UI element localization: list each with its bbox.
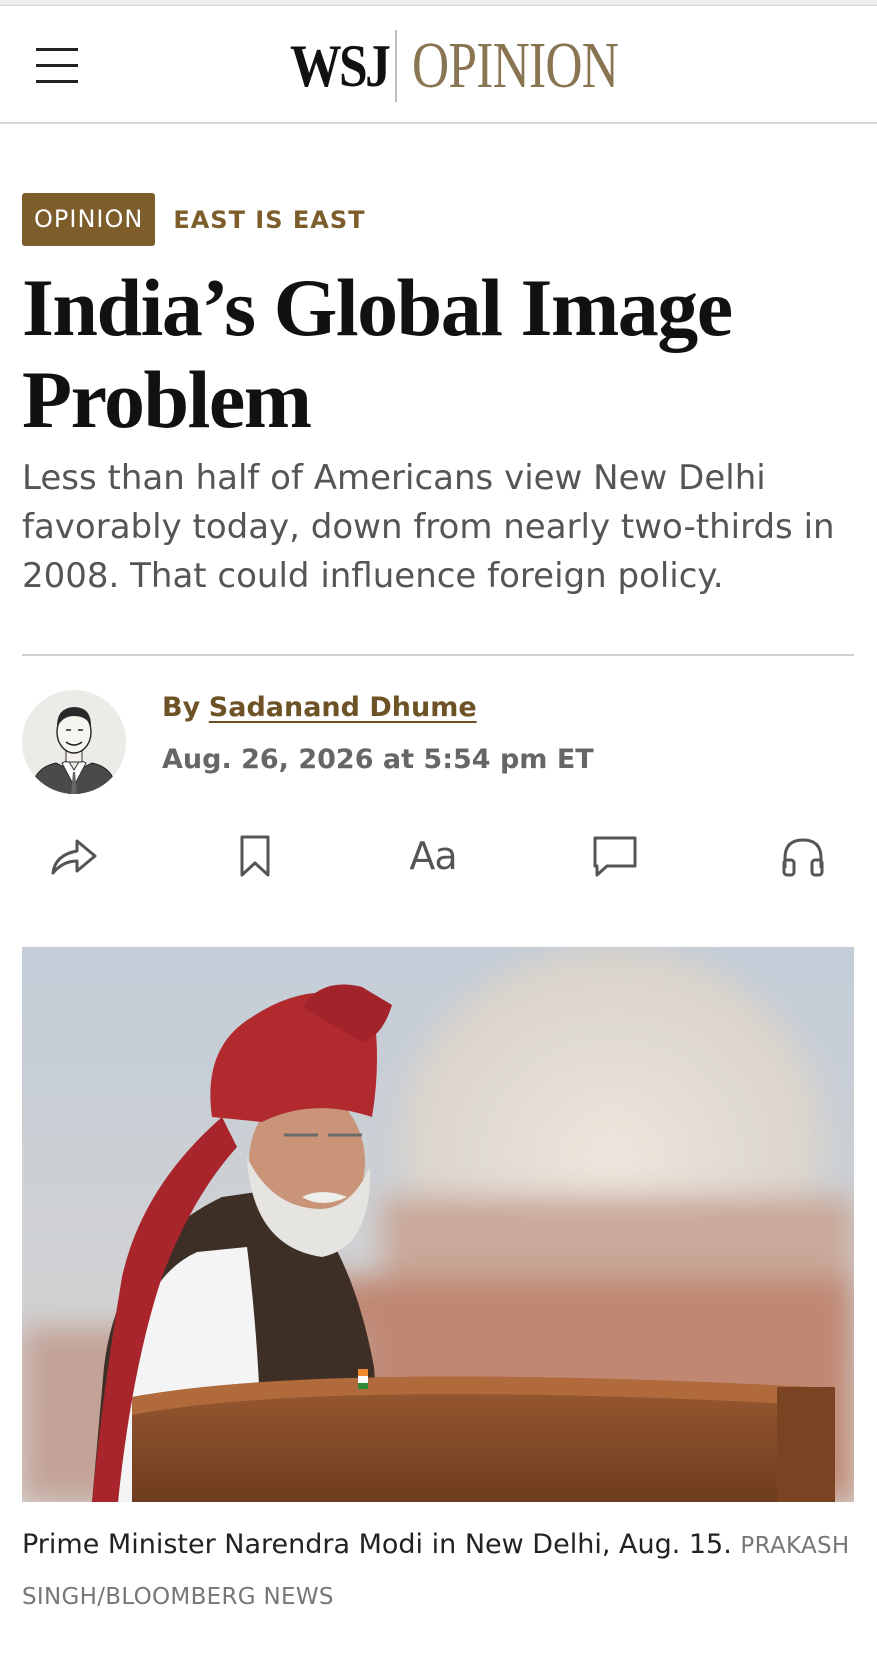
headphones-icon — [782, 838, 824, 877]
byline-prefix: By — [162, 692, 201, 723]
comments-button[interactable] — [587, 828, 643, 884]
masthead-logo[interactable]: WSJ OPINION — [0, 24, 877, 104]
caption-text: Prime Minister Narendra Modi in New Delh… — [22, 1529, 732, 1560]
share-icon — [51, 839, 97, 875]
divider-line — [22, 654, 854, 656]
photo-caption: Prime Minister Narendra Modi in New Delh… — [22, 1520, 854, 1622]
article-headline: India’s Global Image Problem — [22, 262, 733, 445]
bookmark-icon — [240, 835, 270, 877]
lead-photo[interactable] — [22, 947, 854, 1502]
text-size-button[interactable]: Aa — [405, 828, 461, 884]
save-button[interactable] — [227, 828, 283, 884]
listen-button[interactable] — [775, 828, 831, 884]
share-button[interactable] — [46, 828, 102, 884]
text-size-label: Aa — [409, 834, 457, 878]
publish-date: Aug. 26, 2026 at 5:54 pm ET — [162, 744, 594, 775]
author-link[interactable]: Sadanand Dhume — [209, 692, 477, 723]
comment-icon — [593, 836, 637, 877]
article-flags: OPINION EAST IS EAST — [22, 193, 366, 246]
byline: By Sadanand Dhume — [162, 692, 477, 723]
opinion-logo-text: OPINION — [412, 29, 619, 102]
wsj-logo-text: WSJ — [290, 33, 391, 99]
article-toolbar: Aa — [0, 828, 877, 884]
column-name-link[interactable]: EAST IS EAST — [173, 206, 365, 234]
site-header: WSJ OPINION — [0, 6, 877, 124]
author-avatar[interactable] — [22, 690, 126, 794]
opinion-badge[interactable]: OPINION — [22, 193, 156, 246]
logo-divider — [395, 30, 397, 102]
article-summary: Less than half of Americans view New Del… — [22, 458, 835, 596]
